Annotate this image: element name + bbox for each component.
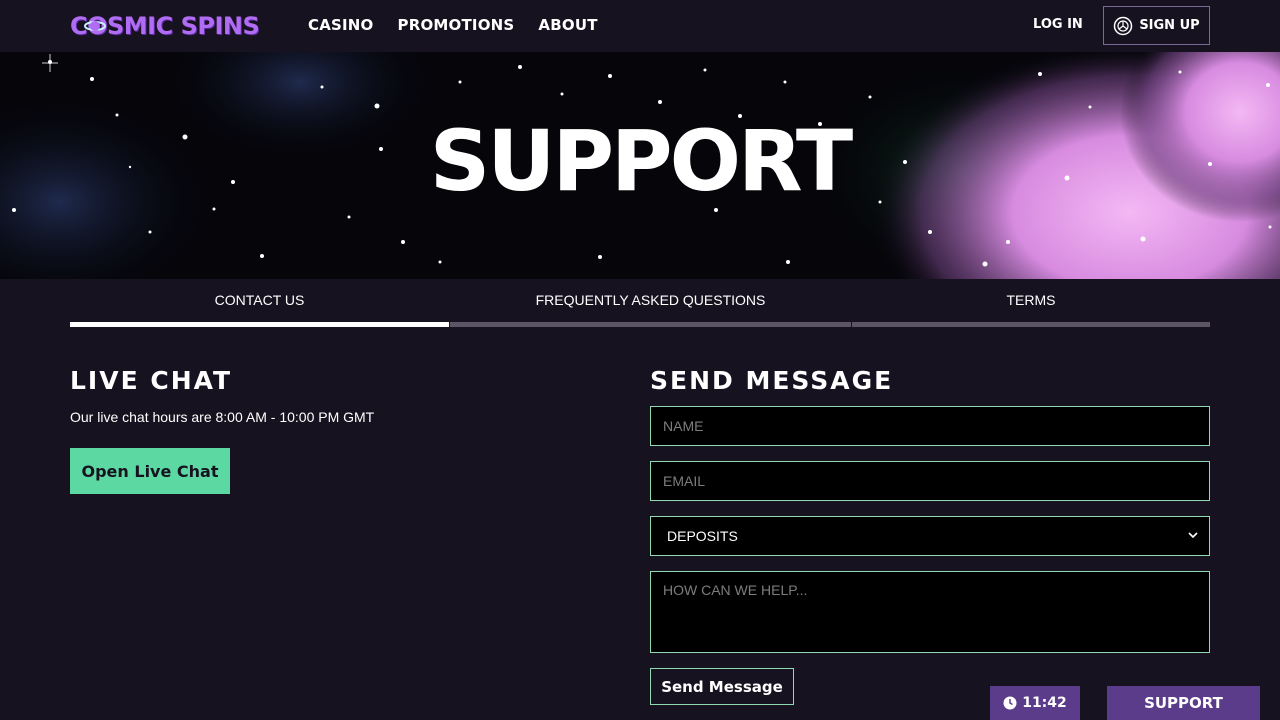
tab-label: CONTACT US	[214, 292, 305, 308]
nav-promotions[interactable]: PROMOTIONS	[398, 16, 515, 34]
name-field[interactable]	[650, 406, 1210, 446]
logo[interactable]: COSMIC SPINS	[70, 8, 260, 44]
email-field[interactable]	[650, 461, 1210, 501]
tab-indicator	[70, 322, 449, 327]
chevron-down-icon	[1188, 532, 1198, 539]
clock-time: 11:42	[1022, 695, 1067, 711]
open-live-chat-button[interactable]: Open Live Chat	[70, 448, 230, 494]
clock-widget: 11:42	[990, 686, 1080, 720]
tab-label: FREQUENTLY ASKED QUESTIONS	[535, 292, 766, 308]
topic-select[interactable]: DEPOSITS	[650, 516, 1210, 556]
send-message-title: SEND MESSAGE	[650, 366, 894, 395]
tab-contact-us[interactable]: CONTACT US	[70, 279, 449, 327]
site-header: COSMIC SPINS CASINO PROMOTIONS ABOUT LOG…	[0, 0, 1280, 52]
tab-label: TERMS	[1006, 292, 1056, 308]
tab-faq[interactable]: FREQUENTLY ASKED QUESTIONS	[450, 279, 851, 327]
live-chat-title: LIVE CHAT	[70, 366, 233, 395]
main-nav: CASINO PROMOTIONS ABOUT	[308, 16, 598, 34]
nav-about[interactable]: ABOUT	[538, 16, 597, 34]
support-widget-button[interactable]: SUPPORT	[1107, 686, 1260, 720]
topic-selected-value: DEPOSITS	[667, 528, 738, 544]
wheel-icon	[1114, 16, 1133, 35]
support-tabs: CONTACT US FREQUENTLY ASKED QUESTIONS TE…	[70, 279, 1210, 327]
live-chat-hours: Our live chat hours are 8:00 AM - 10:00 …	[70, 409, 375, 425]
tab-indicator	[450, 322, 851, 327]
hero-banner: SUPPORT	[0, 52, 1280, 279]
signup-button[interactable]: SIGN UP	[1103, 6, 1210, 45]
signup-label: SIGN UP	[1139, 18, 1200, 33]
tab-indicator	[852, 322, 1210, 327]
message-textarea[interactable]	[650, 571, 1210, 653]
clock-icon	[1003, 696, 1017, 710]
planet-icon	[84, 21, 106, 31]
login-link[interactable]: LOG IN	[1033, 17, 1083, 32]
send-message-button[interactable]: Send Message	[650, 668, 794, 705]
support-widget-label: SUPPORT	[1144, 694, 1223, 712]
hero-title: SUPPORT	[429, 112, 853, 210]
nav-casino[interactable]: CASINO	[308, 16, 374, 34]
tab-terms[interactable]: TERMS	[852, 279, 1210, 327]
